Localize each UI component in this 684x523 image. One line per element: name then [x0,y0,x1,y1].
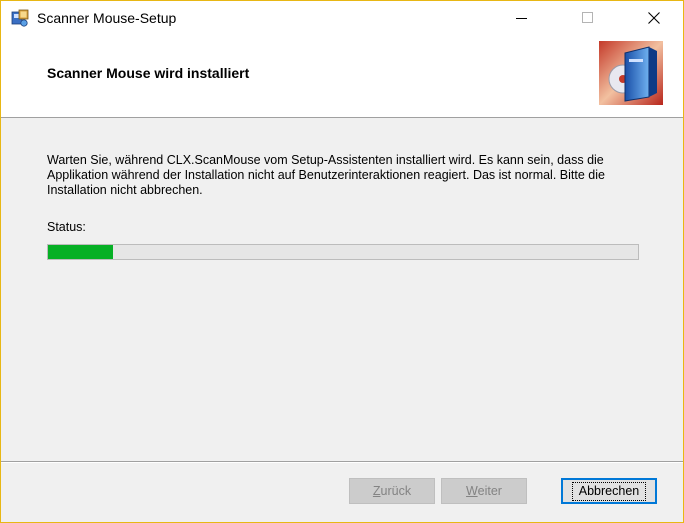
next-button[interactable]: Weiter [441,478,527,504]
minimize-icon [516,18,527,19]
header-banner: Scanner Mouse wird installiert [1,35,683,118]
next-button-label: Weiter [466,484,502,498]
footer-divider [1,461,683,463]
maximize-button[interactable] [565,1,611,35]
maximize-icon [582,12,593,23]
title-bar[interactable]: Scanner Mouse-Setup [1,1,683,35]
window-title: Scanner Mouse-Setup [37,10,177,26]
installer-app-icon [11,9,29,27]
setup-window: Scanner Mouse-Setup Scanner Mouse wird i… [0,0,684,523]
status-label: Status: [47,220,86,234]
install-progress-bar [47,244,639,260]
back-button[interactable]: Zurück [349,478,435,504]
install-description: Warten Sie, während CLX.ScanMouse vom Se… [47,153,605,197]
page-title: Scanner Mouse wird installiert [47,65,250,81]
installer-box-icon [599,41,663,105]
install-progress-panel: Warten Sie, während CLX.ScanMouse vom Se… [1,118,683,460]
back-button-label: Zurück [372,484,412,498]
cancel-button[interactable]: Abbrechen [561,478,657,504]
close-icon [648,12,660,24]
minimize-button[interactable] [499,1,545,35]
cancel-button-label: Abbrechen [571,481,647,501]
progress-bar-fill [48,245,113,259]
close-button[interactable] [631,1,677,35]
